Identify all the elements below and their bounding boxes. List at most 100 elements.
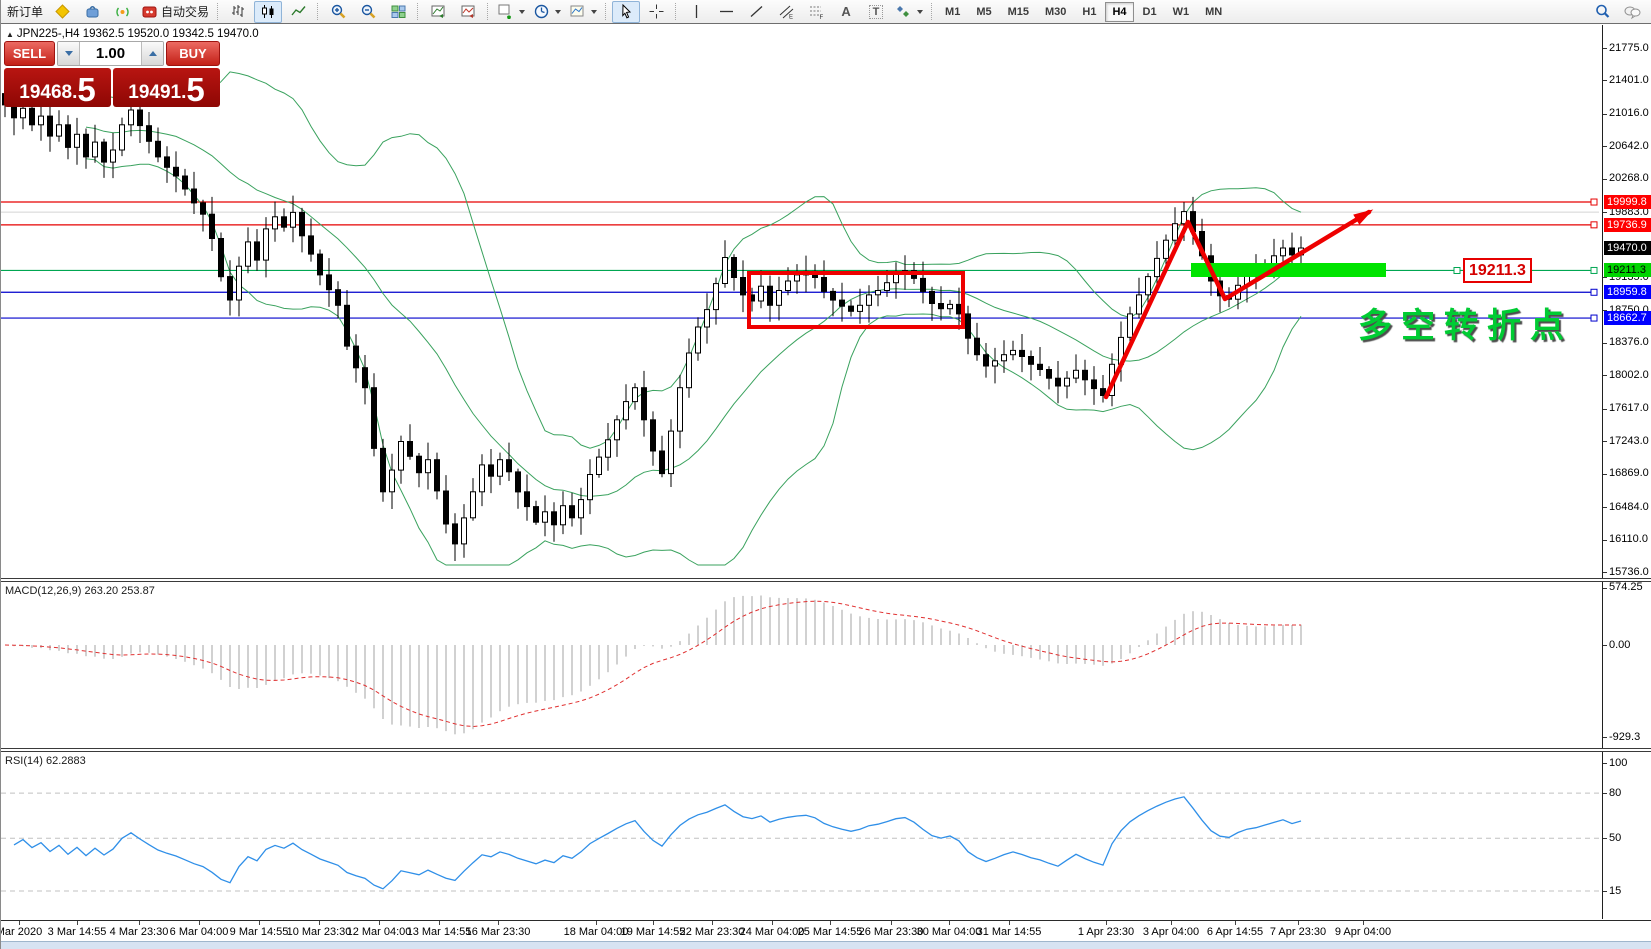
zoom-in-icon <box>331 4 345 19</box>
tag-connector-handle[interactable] <box>1453 267 1461 274</box>
time-axis-tick <box>1298 921 1299 925</box>
timeframe-button-m5[interactable]: M5 <box>969 2 998 22</box>
axis-tick <box>1603 838 1607 840</box>
hline-handle[interactable] <box>1590 288 1598 296</box>
horizontal-line-tool-button[interactable] <box>712 1 740 23</box>
timeframe-button-w1[interactable]: W1 <box>1166 2 1197 22</box>
candle-body <box>785 280 791 291</box>
templates-button[interactable] <box>566 1 600 23</box>
axis-tick <box>1603 408 1607 410</box>
text-tool-button[interactable]: A <box>832 1 860 23</box>
time-axis-tick <box>1363 921 1364 925</box>
arrows-tool-button[interactable] <box>892 1 926 23</box>
zoom-in-button[interactable] <box>324 1 352 23</box>
pane-splitter[interactable] <box>1 748 1651 752</box>
hline-handle[interactable] <box>1590 198 1598 206</box>
candle-body <box>758 285 764 302</box>
crosshair-tool-button[interactable] <box>642 1 670 23</box>
fibonacci-tool-button[interactable]: F <box>802 1 830 23</box>
buy-button[interactable]: BUY <box>166 41 220 66</box>
channel-tool-button[interactable]: E <box>772 1 800 23</box>
macd-axis[interactable]: 574.25 0.00 -929.3 <box>1603 582 1651 748</box>
macd-canvas[interactable] <box>1 582 1602 748</box>
indicator-list-button[interactable] <box>454 1 482 23</box>
price-callout-tag[interactable]: 19211.3 <box>1463 258 1532 284</box>
hline-handle[interactable] <box>1590 221 1598 229</box>
label-tool-button[interactable]: T <box>862 1 890 23</box>
time-axis-tick <box>891 921 892 925</box>
hline-handle[interactable] <box>1590 314 1598 322</box>
new-chart-button[interactable] <box>494 1 528 23</box>
candle-body <box>299 211 305 237</box>
axis-tick <box>1603 48 1607 49</box>
bar-chart-button[interactable] <box>224 1 252 23</box>
macd-pane[interactable]: MACD(12,26,9) 263.20 253.87 <box>1 582 1603 748</box>
volume-input[interactable]: 1.00 <box>80 42 141 65</box>
turning-point-callout[interactable]: 多空转折点 <box>1358 298 1573 347</box>
signals-button[interactable] <box>108 1 136 23</box>
timeframe-button-m1[interactable]: M1 <box>938 2 967 22</box>
time-axis-tick <box>498 921 499 925</box>
candle-body <box>470 491 476 519</box>
rsi-line <box>13 796 1302 890</box>
rsi-pane[interactable]: RSI(14) 62.2883 <box>1 752 1603 919</box>
main-chart-pane[interactable]: ▲ JPN225-,H4 19362.5 19520.0 19342.5 1947… <box>1 25 1603 578</box>
vertical-line-tool-button[interactable] <box>682 1 710 23</box>
time-axis-tick <box>949 921 950 925</box>
toolbar-separator <box>675 3 677 20</box>
autotrading-button[interactable]: 自动交易 <box>138 1 212 23</box>
axis-tick <box>1603 572 1607 573</box>
volume-increase-button[interactable] <box>141 42 163 65</box>
sell-price-display[interactable]: 19468. 5 <box>4 68 111 107</box>
chart-title: ▲ JPN225-,H4 19362.5 19520.0 19342.5 1947… <box>6 28 259 40</box>
search-button[interactable] <box>1588 1 1616 23</box>
chat-icon <box>1624 6 1640 20</box>
candle-body <box>479 464 485 493</box>
periods-button[interactable] <box>530 1 564 23</box>
candle-body <box>416 455 422 474</box>
buy-price-main: 19491. <box>128 82 187 103</box>
rsi-axis[interactable]: 100 80 50 15 <box>1603 752 1651 919</box>
price-axis[interactable]: 21775.0 21401.0 21016.0 20642.0 20268.0 19883… <box>1603 25 1651 578</box>
chevron-down-icon <box>64 51 73 56</box>
timeframe-button-m15[interactable]: M15 <box>1001 2 1036 22</box>
chat-button[interactable] <box>1618 1 1646 23</box>
pane-splitter[interactable] <box>1 578 1651 582</box>
time-axis[interactable]: Mar 2020 3 Mar 14:554 Mar 23:306 Mar 04:0… <box>1 920 1651 942</box>
line-chart-button[interactable] <box>284 1 312 23</box>
timeframe-button-d1[interactable]: D1 <box>1136 2 1164 22</box>
timeframe-button-h1[interactable]: H1 <box>1075 2 1103 22</box>
fibonacci-icon: F <box>809 6 823 20</box>
metaeditor-button[interactable] <box>48 1 76 23</box>
axis-tick-label: 18002.0 <box>1609 368 1649 381</box>
support-zone-bar[interactable] <box>1191 263 1386 277</box>
timeframe-button-h4[interactable]: H4 <box>1105 1 1134 22</box>
candle-body <box>731 257 737 278</box>
timeframe-button-m30[interactable]: M30 <box>1038 2 1073 22</box>
candle-body <box>605 439 611 458</box>
buy-price-display[interactable]: 19491. 5 <box>113 68 220 107</box>
candle-body <box>956 303 962 315</box>
candle-body <box>281 216 287 228</box>
rsi-canvas[interactable] <box>1 752 1602 919</box>
cursor-tool-button[interactable] <box>612 0 641 23</box>
candle-body <box>1073 369 1079 379</box>
candle-body <box>1145 276 1151 296</box>
candlestick-chart-button[interactable] <box>254 0 283 23</box>
tile-windows-icon <box>391 5 406 18</box>
tile-windows-button[interactable] <box>384 1 412 23</box>
candle-body <box>839 299 845 307</box>
candle-body <box>533 506 539 523</box>
time-axis-tick <box>77 921 78 925</box>
macd-label: MACD(12,26,9) 263.20 253.87 <box>5 585 155 597</box>
timeframe-button-mn[interactable]: MN <box>1198 2 1229 22</box>
trendline-tool-button[interactable] <box>742 1 770 23</box>
zoom-out-button[interactable] <box>354 1 382 23</box>
data-window-button[interactable] <box>424 1 452 23</box>
hline-handle[interactable] <box>1590 266 1598 274</box>
collapse-icon[interactable]: ▲ <box>6 30 14 39</box>
volume-decrease-button[interactable] <box>58 42 80 65</box>
sell-button[interactable]: SELL <box>4 41 55 66</box>
market-button[interactable] <box>78 1 106 23</box>
new-order-button[interactable]: 新订单 <box>4 1 46 23</box>
